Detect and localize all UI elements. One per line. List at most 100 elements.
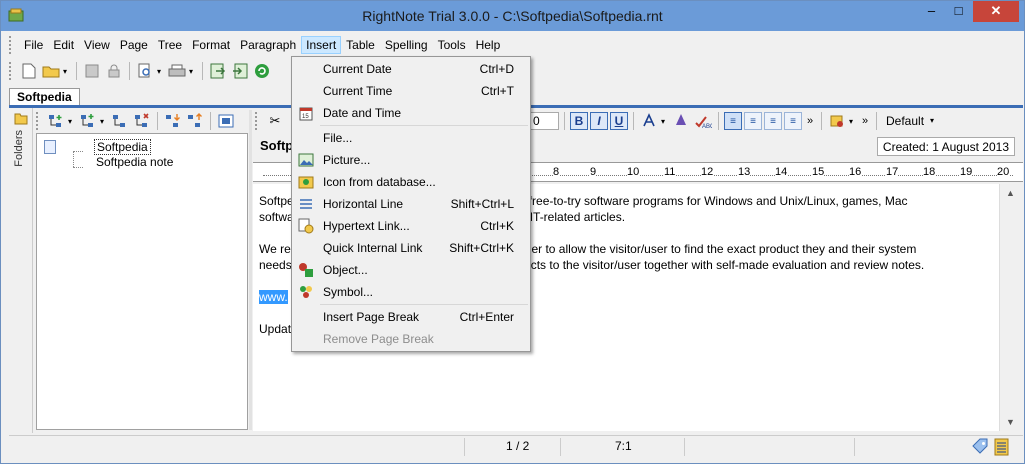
font-size-field[interactable]: 0 [529, 112, 559, 130]
print-dropdown-icon[interactable]: ▾ [189, 67, 197, 76]
icon-database-icon [298, 174, 314, 190]
menubar-grip[interactable] [9, 36, 13, 54]
menu-item-icon-from-database[interactable]: Icon from database... [294, 171, 528, 193]
tree-node-softpedia[interactable]: Softpedia [44, 139, 151, 155]
spellcheck-icon[interactable]: ABC [693, 111, 713, 131]
menu-item-hypertext-link[interactable]: Hypertext Link... Ctrl+K [294, 215, 528, 237]
menu-tools[interactable]: Tools [433, 36, 471, 54]
menu-item-symbol[interactable]: Symbol... [294, 281, 528, 303]
tree-toolbar-grip[interactable] [36, 112, 40, 130]
folders-icon [14, 113, 28, 125]
import-icon[interactable] [230, 61, 250, 81]
vertical-scrollbar[interactable]: ▲ ▼ [999, 184, 1023, 431]
menu-format[interactable]: Format [187, 36, 235, 54]
panel-splitter[interactable] [249, 110, 252, 430]
lock-icon[interactable] [104, 61, 124, 81]
new-file-icon[interactable] [19, 61, 39, 81]
more-tools-icon[interactable]: » [859, 115, 871, 127]
align-center-button[interactable]: ≡ [744, 112, 762, 130]
menu-paragraph[interactable]: Paragraph [235, 36, 301, 54]
menu-edit[interactable]: Edit [48, 36, 79, 54]
menu-file[interactable]: File [19, 36, 48, 54]
notes-list-icon[interactable] [994, 438, 1010, 456]
scroll-up-icon[interactable]: ▲ [1006, 188, 1015, 198]
underline-button[interactable]: U [610, 112, 628, 130]
chevron-down-icon: ▾ [930, 116, 935, 125]
add-child-dropdown-icon[interactable]: ▾ [100, 117, 108, 126]
paragraph-style-icon[interactable] [827, 111, 847, 131]
font-color-icon[interactable] [639, 111, 659, 131]
export-icon[interactable] [208, 61, 228, 81]
menu-item-file[interactable]: File... [294, 127, 528, 149]
add-node-dropdown-icon[interactable]: ▾ [68, 117, 76, 126]
menu-item-shortcut: Shift+Ctrl+K [449, 241, 514, 255]
menu-item-label: Horizontal Line [323, 197, 404, 211]
maximize-button[interactable]: □ [945, 1, 972, 22]
bold-button[interactable]: B [570, 112, 588, 130]
minimize-button[interactable]: ‒ [918, 1, 945, 22]
open-folder-icon[interactable] [41, 61, 61, 81]
menu-item-label: File... [323, 131, 353, 145]
preview-dropdown-icon[interactable]: ▾ [157, 67, 165, 76]
menu-insert[interactable]: Insert [301, 36, 342, 54]
italic-button[interactable]: I [590, 112, 608, 130]
more-tools-icon[interactable]: » [804, 115, 816, 127]
tree-node-softpedia-note[interactable]: Softpedia note [44, 155, 175, 169]
add-child-node-icon[interactable] [78, 111, 98, 131]
cut-icon[interactable]: ✂ [265, 111, 285, 131]
menu-item-current-date[interactable]: Current Date Ctrl+D [294, 58, 528, 80]
menu-spelling[interactable]: Spelling [380, 36, 433, 54]
align-left-button[interactable]: ≡ [724, 112, 742, 130]
menu-page[interactable]: Page [115, 36, 153, 54]
title-bar[interactable]: RightNote Trial 3.0.0 - C:\Softpedia\Sof… [1, 1, 1024, 31]
style-selector[interactable]: Default ▾ [882, 111, 952, 131]
window-title: RightNote Trial 3.0.0 - C:\Softpedia\Sof… [362, 8, 663, 24]
menu-item-object[interactable]: Object... [294, 259, 528, 281]
highlight-icon[interactable] [671, 111, 691, 131]
print-preview-icon[interactable] [135, 61, 155, 81]
editor-toolbar-grip[interactable] [255, 112, 259, 130]
scroll-down-icon[interactable]: ▼ [1006, 417, 1015, 427]
menu-tree[interactable]: Tree [153, 36, 187, 54]
menu-item-current-time[interactable]: Current Time Ctrl+T [294, 80, 528, 102]
font-color-dropdown-icon[interactable]: ▾ [661, 117, 669, 126]
move-node-down-icon[interactable] [163, 111, 183, 131]
align-right-button[interactable]: ≡ [764, 112, 782, 130]
calendar-icon: 15 [298, 105, 314, 121]
add-node-icon[interactable] [46, 111, 66, 131]
tree-node-label: Softpedia [94, 139, 151, 155]
menu-item-picture[interactable]: Picture... [294, 149, 528, 171]
rename-node-icon[interactable] [110, 111, 130, 131]
tree-node-label: Softpedia note [96, 155, 174, 169]
move-node-up-icon[interactable] [185, 111, 205, 131]
paragraph-style-dropdown-icon[interactable]: ▾ [849, 117, 857, 126]
menu-help[interactable]: Help [471, 36, 506, 54]
menu-item-label: Current Time [323, 84, 393, 98]
close-button[interactable]: ✕ [973, 1, 1019, 22]
menu-view[interactable]: View [79, 36, 115, 54]
menu-item-quick-internal-link[interactable]: Quick Internal Link Shift+Ctrl+K [294, 237, 528, 259]
editor-text: cts to the visitor/user together with se… [530, 258, 925, 272]
menu-table[interactable]: Table [341, 36, 380, 54]
open-dropdown-icon[interactable]: ▾ [63, 67, 71, 76]
printer-icon[interactable] [167, 61, 187, 81]
folders-strip[interactable]: Folders [9, 108, 33, 433]
menu-item-insert-page-break[interactable]: Insert Page Break Ctrl+Enter [294, 306, 528, 328]
selected-link-text[interactable]: www. [259, 290, 288, 304]
save-icon[interactable] [82, 61, 102, 81]
menu-item-date-and-time[interactable]: 15 Date and Time [294, 102, 528, 124]
toolbar-divider [633, 112, 634, 130]
tab-softpedia[interactable]: Softpedia [9, 88, 80, 105]
refresh-icon[interactable] [252, 61, 272, 81]
delete-node-icon[interactable] [132, 111, 152, 131]
tag-icon[interactable] [971, 438, 989, 456]
insert-menu-dropdown: Current Date Ctrl+D Current Time Ctrl+T … [291, 56, 531, 352]
align-justify-button[interactable]: ≡ [784, 112, 802, 130]
menu-item-label: Symbol... [323, 285, 374, 299]
toolbar-grip[interactable] [9, 62, 13, 80]
menu-item-label: Current Date [323, 62, 392, 76]
tree-panel[interactable]: Softpedia Softpedia note [36, 133, 248, 430]
menu-item-horizontal-line[interactable]: Horizontal Line Shift+Ctrl+L [294, 193, 528, 215]
node-properties-icon[interactable] [216, 111, 236, 131]
editor-text: Updat [259, 322, 292, 336]
